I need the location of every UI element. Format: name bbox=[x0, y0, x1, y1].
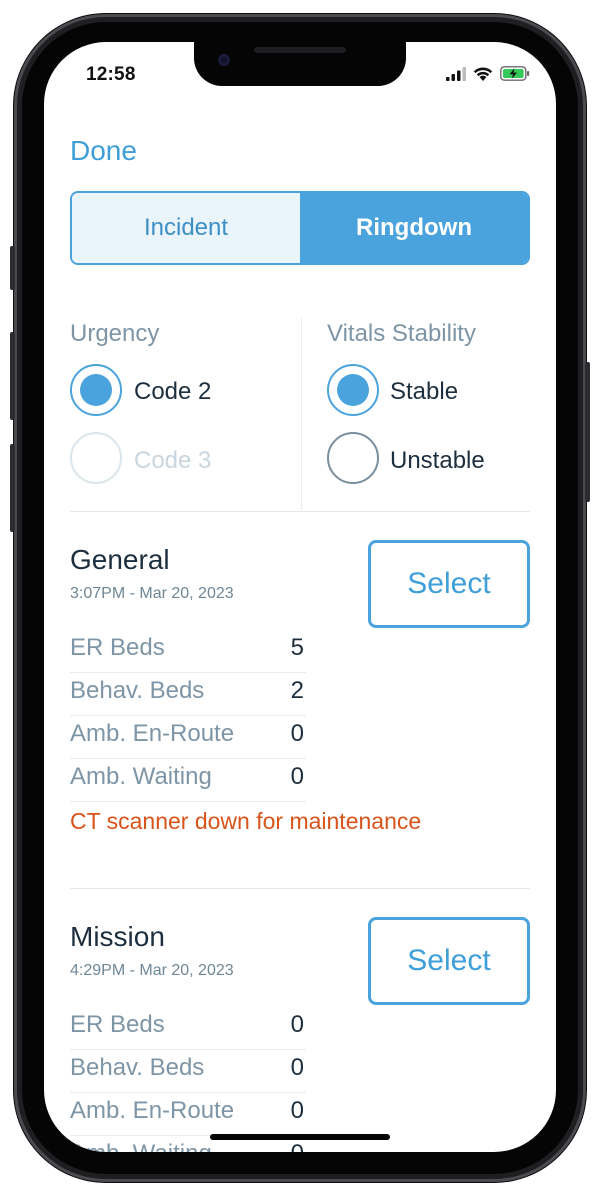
volume-down-button bbox=[10, 444, 15, 532]
code-2-label[interactable]: Code 2 bbox=[134, 378, 211, 406]
stat-row-behav-beds: Behav. Beds 2 bbox=[70, 673, 306, 716]
speaker-grille bbox=[254, 47, 346, 53]
radio-stable[interactable] bbox=[327, 364, 379, 416]
stat-label: Amb. En-Route bbox=[70, 720, 235, 747]
stat-row-behav-beds: Behav. Beds 0 bbox=[70, 1050, 306, 1093]
radio-code-2[interactable] bbox=[70, 364, 122, 416]
stat-value: 0 bbox=[290, 1054, 304, 1081]
volume-up-button bbox=[10, 332, 15, 420]
urgency-label: Urgency bbox=[70, 320, 160, 347]
signal-icon bbox=[446, 66, 466, 81]
stat-label: Amb. Waiting bbox=[70, 763, 212, 790]
code-3-label: Code 3 bbox=[134, 447, 212, 474]
section-divider bbox=[70, 888, 530, 889]
stat-value: 0 bbox=[290, 720, 304, 747]
stat-value: 2 bbox=[290, 677, 304, 704]
action-button bbox=[10, 246, 15, 290]
tab-incident[interactable]: Incident bbox=[72, 193, 300, 263]
wifi-icon bbox=[473, 67, 493, 81]
home-indicator[interactable] bbox=[210, 1134, 390, 1140]
power-button bbox=[585, 362, 590, 502]
camera-icon bbox=[218, 54, 230, 66]
unstable-label[interactable]: Unstable bbox=[390, 447, 485, 475]
radio-code-3 bbox=[70, 432, 122, 484]
notch bbox=[194, 42, 406, 86]
stat-row-amb-waiting: Amb. Waiting 0 bbox=[70, 759, 306, 802]
stat-label: ER Beds bbox=[70, 1011, 165, 1038]
select-hospital-button[interactable]: Select bbox=[368, 917, 530, 1005]
radio-unstable[interactable] bbox=[327, 432, 379, 484]
stat-row-er-beds: ER Beds 0 bbox=[70, 1007, 306, 1050]
hospital-updated-time: 3:07PM - Mar 20, 2023 bbox=[70, 585, 234, 602]
stat-label: Amb. En-Route bbox=[70, 1097, 235, 1124]
stat-label: Behav. Beds bbox=[70, 677, 205, 704]
section-divider bbox=[70, 511, 530, 512]
tab-ringdown[interactable]: Ringdown bbox=[300, 193, 528, 263]
stat-label: Behav. Beds bbox=[70, 1054, 205, 1081]
battery-charging-icon bbox=[500, 66, 530, 81]
stat-value: 0 bbox=[290, 1097, 304, 1124]
mode-segmented-control: Incident Ringdown bbox=[70, 191, 530, 265]
stat-label: ER Beds bbox=[70, 634, 165, 661]
stat-value: 0 bbox=[290, 763, 304, 790]
vitals-stability-label: Vitals Stability bbox=[327, 320, 476, 347]
stat-value: 0 bbox=[290, 1011, 304, 1038]
stat-value: 0 bbox=[291, 1140, 304, 1152]
stat-label: Amb. Waiting bbox=[70, 1140, 212, 1152]
stat-row-er-beds: ER Beds 5 bbox=[70, 630, 306, 673]
hospital-name: General bbox=[70, 544, 170, 575]
column-divider bbox=[301, 318, 302, 510]
stat-row-amb-en-route: Amb. En-Route 0 bbox=[70, 1093, 306, 1136]
hospital-alert-note: CT scanner down for maintenance bbox=[70, 808, 422, 834]
stable-label[interactable]: Stable bbox=[390, 378, 458, 406]
done-button[interactable]: Done bbox=[70, 135, 137, 167]
status-time: 12:58 bbox=[86, 64, 136, 85]
app-screen: 12:58 Done Incident Ringdown Urgency Cod… bbox=[44, 42, 556, 1152]
stat-row-amb-en-route: Amb. En-Route 0 bbox=[70, 716, 306, 759]
status-icons bbox=[446, 66, 530, 81]
hospital-name: Mission bbox=[70, 921, 165, 952]
stat-value: 5 bbox=[290, 634, 304, 661]
hospital-updated-time: 4:29PM - Mar 20, 2023 bbox=[70, 962, 234, 979]
select-hospital-button[interactable]: Select bbox=[368, 540, 530, 628]
